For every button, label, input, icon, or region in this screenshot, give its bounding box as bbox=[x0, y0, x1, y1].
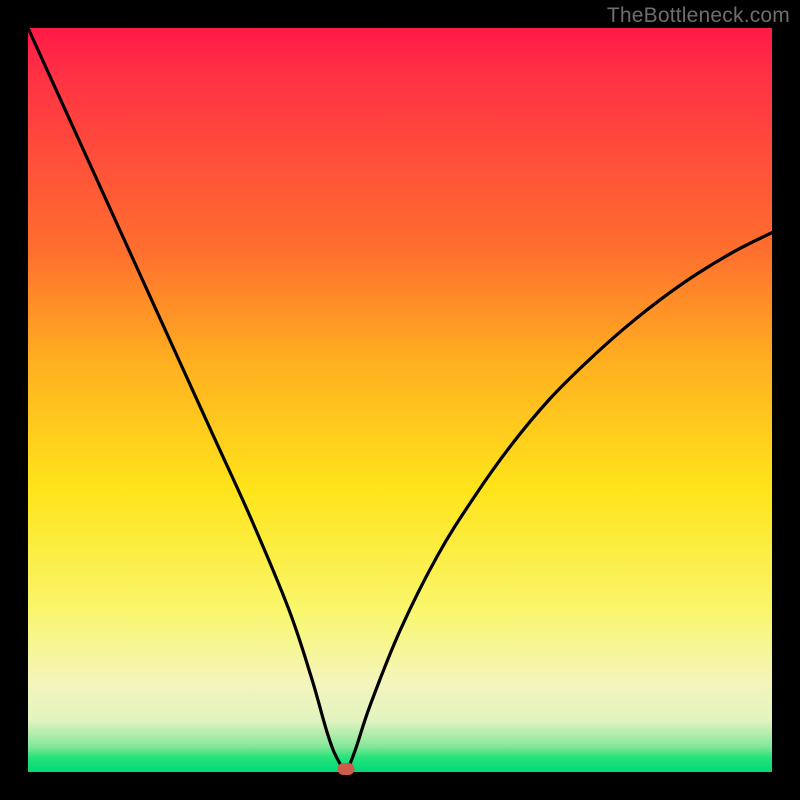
plot-area bbox=[28, 28, 772, 772]
minimum-marker bbox=[337, 763, 354, 775]
watermark-text: TheBottleneck.com bbox=[607, 4, 790, 28]
chart-frame: TheBottleneck.com bbox=[0, 0, 800, 800]
bottleneck-curve bbox=[28, 28, 772, 772]
